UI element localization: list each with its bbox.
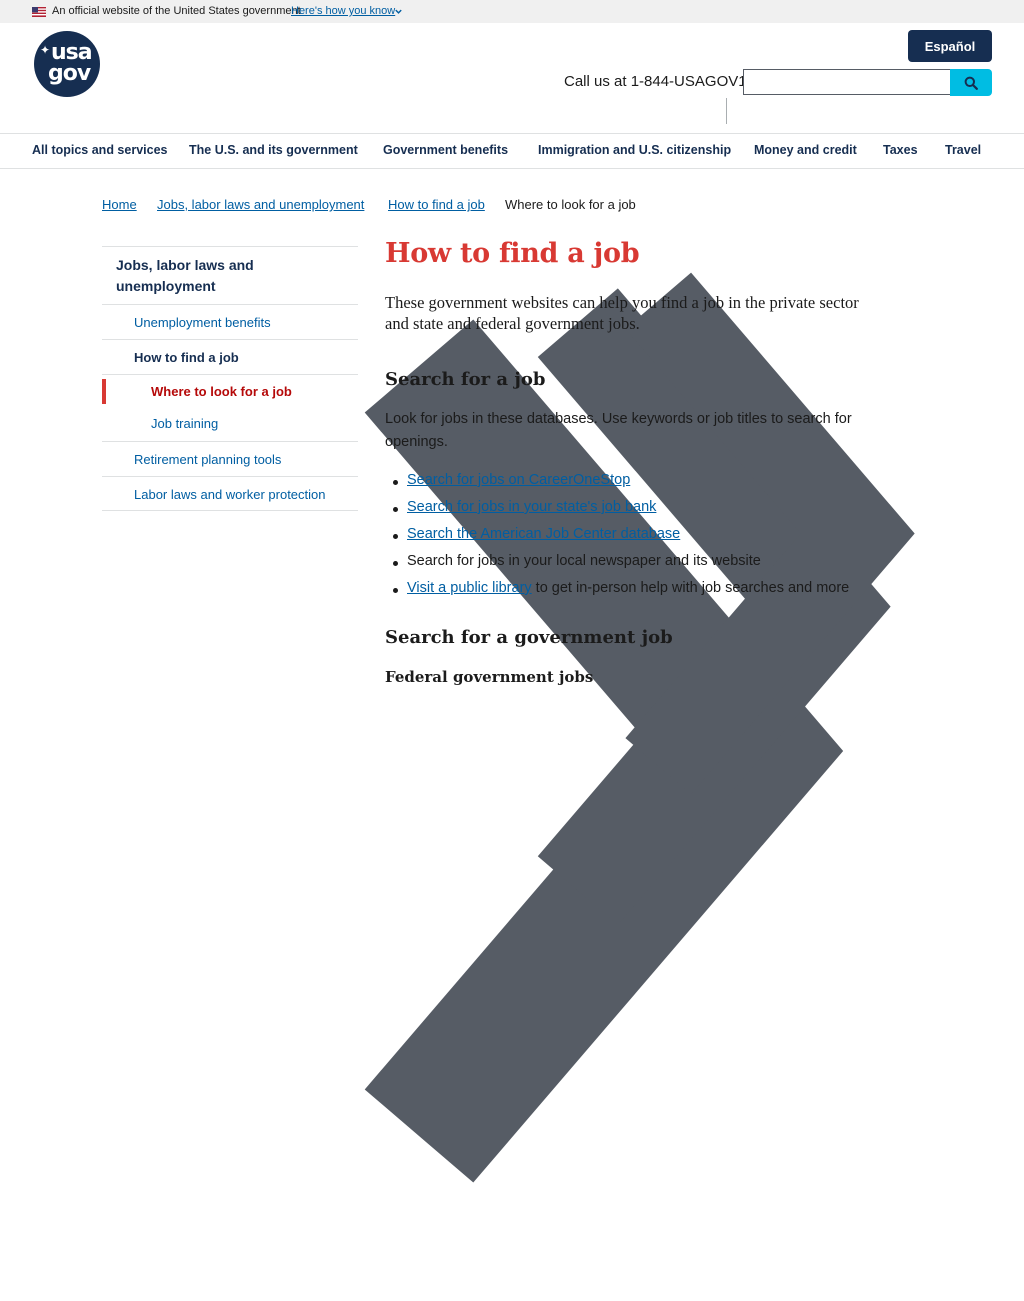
bullet-icon: [393, 561, 398, 566]
nav-item-taxes[interactable]: Taxes: [883, 143, 918, 157]
section-paragraph: Look for jobs in these databases. Use ke…: [385, 408, 875, 454]
nav-item-us-government[interactable]: The U.S. and its government: [189, 143, 358, 157]
sidebar-heading-line2: unemployment: [116, 278, 216, 294]
sidebar-item-job-training[interactable]: Job training: [102, 407, 358, 441]
sidebar-item-retirement[interactable]: Retirement planning tools: [102, 441, 358, 476]
official-site-text: An official website of the United States…: [52, 5, 301, 17]
sidebar-item-how-to-find-job[interactable]: How to find a job: [102, 339, 358, 374]
bullet-icon: [393, 534, 398, 539]
subheading-federal-jobs: Federal government jobs: [385, 668, 594, 686]
breadcrumb-current: Where to look for a job: [505, 197, 636, 212]
breadcrumb-find-job[interactable]: How to find a job: [388, 197, 485, 212]
search-icon: [964, 76, 978, 90]
sidebar-item-label: Job training: [151, 416, 219, 431]
nav-item-immigration[interactable]: Immigration and U.S. citizenship: [538, 143, 731, 157]
sidebar-item-where-to-look[interactable]: Where to look for a job: [102, 374, 358, 407]
nav-item-money-credit[interactable]: Money and credit: [754, 143, 857, 157]
star-icon: ✦: [40, 43, 51, 57]
sidebar-heading-line1: Jobs, labor laws and: [116, 257, 254, 273]
heres-how-you-know-link[interactable]: Here's how you know: [291, 5, 395, 17]
espanol-button[interactable]: Español: [908, 30, 992, 62]
intro-line-1: These government websites can help you f…: [385, 293, 859, 312]
search-input[interactable]: [743, 69, 950, 95]
chevron-down-icon[interactable]: [394, 7, 403, 16]
sidebar-item-unemployment-benefits[interactable]: Unemployment benefits: [102, 304, 358, 339]
bullet-icon: [393, 588, 398, 593]
paragraph-line-2: openings.: [385, 434, 448, 450]
library-text: to get in-person help with job searches …: [531, 580, 850, 596]
active-indicator: [102, 379, 106, 404]
sidebar-item-label: Where to look for a job: [151, 384, 292, 399]
intro-line-2: and state and federal government jobs.: [385, 314, 640, 333]
gov-banner: An official website of the United States…: [0, 0, 1024, 23]
paragraph-line-1: Look for jobs in these databases. Use ke…: [385, 411, 852, 427]
sidebar-item-label: Unemployment benefits: [134, 315, 271, 330]
sidebar-item-label: How to find a job: [134, 350, 239, 365]
search-button[interactable]: [950, 69, 992, 96]
sidebar-item-label: Retirement planning tools: [134, 452, 282, 467]
public-library-link[interactable]: Visit a public library: [407, 580, 532, 596]
intro-text: These government websites can help you f…: [385, 292, 925, 334]
main-nav: All topics and services The U.S. and its…: [0, 133, 1024, 169]
call-us-text: Call us at 1-844-USAGOV1: [564, 73, 747, 90]
nav-item-travel[interactable]: Travel: [945, 143, 981, 157]
bullet-icon: [393, 480, 398, 485]
sidebar-item-label: Labor laws and worker protection: [134, 487, 326, 502]
nav-item-all-topics[interactable]: All topics and services: [32, 143, 167, 157]
page-title: How to find a job: [385, 238, 640, 269]
section-heading-government-job: Search for a government job: [385, 627, 673, 648]
usagov-logo[interactable]: ✦ usa gov: [34, 31, 100, 97]
sidebar-item-labor-laws[interactable]: Labor laws and worker protection: [102, 476, 358, 511]
careeronestop-link[interactable]: Search for jobs on CareerOneStop: [407, 472, 630, 488]
divider: [726, 98, 727, 124]
nav-item-government-benefits[interactable]: Government benefits: [383, 143, 508, 157]
us-flag-icon: [32, 7, 46, 17]
american-job-center-link[interactable]: Search the American Job Center database: [407, 526, 680, 542]
bullet-icon: [393, 507, 398, 512]
state-job-bank-link[interactable]: Search for jobs in your state's job bank: [407, 499, 656, 515]
section-heading-search: Search for a job: [385, 369, 546, 390]
newspaper-text: Search for jobs in your local newspaper …: [407, 553, 761, 569]
sidebar-heading[interactable]: Jobs, labor laws and unemployment: [102, 246, 358, 304]
logo-text-bottom: gov: [48, 61, 91, 86]
breadcrumb-home[interactable]: Home: [102, 197, 137, 212]
breadcrumb-jobs[interactable]: Jobs, labor laws and unemployment: [157, 197, 364, 212]
